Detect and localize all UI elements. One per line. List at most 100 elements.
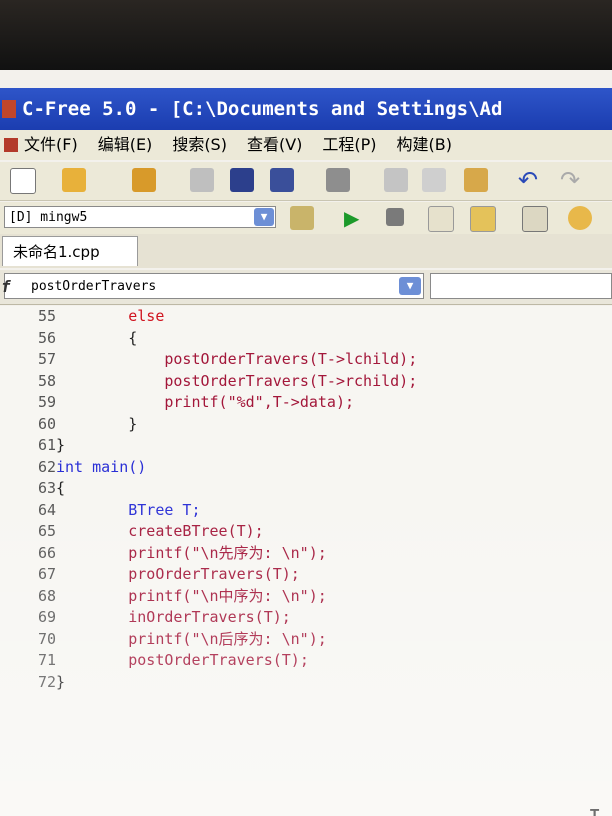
menu-project[interactable]: 工程(P)	[322, 135, 376, 154]
app-icon	[2, 100, 16, 118]
screen: C-Free 5.0 - [C:\Documents and Settings\…	[0, 70, 612, 816]
cut-icon[interactable]	[384, 168, 408, 192]
function-select-value: postOrderTravers	[31, 279, 157, 294]
menu-bar: 文件(F) 编辑(E) 搜索(S) 查看(V) 工程(P) 构建(B)	[0, 130, 612, 160]
close-icon[interactable]	[190, 168, 214, 192]
text-cursor-icon: Ι	[588, 806, 601, 816]
code-line: 65 createBTree(T);	[0, 521, 264, 542]
open-folder-icon[interactable]	[62, 168, 86, 192]
function-bar: f postOrderTravers ▼	[0, 270, 612, 305]
function-icon: f	[1, 277, 11, 296]
monitor-bezel	[0, 0, 612, 70]
save-icon[interactable]	[230, 168, 254, 192]
code-text: postOrderTravers(T->lchild);	[56, 350, 418, 368]
debug-icon[interactable]	[428, 206, 454, 232]
code-text: printf("\n先序为: \n");	[56, 543, 327, 562]
menu-search[interactable]: 搜索(S)	[172, 135, 227, 154]
line-number: 67	[37, 565, 56, 583]
build-all-icon[interactable]	[470, 206, 496, 232]
print-icon[interactable]	[326, 168, 350, 192]
redo-icon[interactable]: ↷	[560, 168, 584, 192]
code-text: }	[56, 672, 66, 691]
code-text: BTree T;	[56, 500, 201, 519]
menu-edit[interactable]: 编辑(E)	[98, 135, 153, 154]
code-text: {	[56, 328, 138, 347]
line-number: 65	[37, 522, 56, 540]
undo-icon[interactable]: ↶	[518, 168, 542, 192]
window-title: C-Free 5.0 - [C:\Documents and Settings\…	[22, 98, 503, 120]
run-icon[interactable]: ▶	[344, 206, 368, 230]
code-line: 68 printf("\n中序为: \n");	[0, 586, 327, 607]
line-number: 58	[37, 371, 56, 390]
code-line: 61}	[0, 435, 65, 456]
code-line: 56 {	[0, 328, 137, 349]
code-text: printf("\n中序为: \n");	[56, 586, 327, 605]
function-search-field[interactable]	[430, 273, 612, 299]
code-line: 59 printf("%d",T->data);	[0, 392, 354, 413]
line-number: 60	[37, 414, 56, 433]
code-line: 55 else	[0, 306, 164, 327]
open-project-icon[interactable]	[132, 168, 156, 192]
code-line: 64 BTree T;	[0, 500, 201, 521]
save-all-icon[interactable]	[270, 168, 294, 192]
code-line: 60 }	[0, 414, 137, 435]
menu-build[interactable]: 构建(B)	[397, 135, 452, 154]
menu-view[interactable]: 查看(V)	[247, 135, 302, 154]
document-menu-icon[interactable]	[4, 138, 18, 152]
code-text: printf("%d",T->data);	[56, 393, 355, 411]
code-line: 66 printf("\n先序为: \n");	[0, 543, 327, 564]
line-number: 71	[37, 651, 56, 669]
line-number: 69	[37, 608, 56, 626]
code-text: postOrderTravers(T->rchild);	[56, 371, 418, 390]
step-icon[interactable]	[522, 206, 548, 232]
chevron-down-icon[interactable]: ▼	[399, 277, 421, 295]
line-number: 62	[37, 457, 56, 476]
copy-icon[interactable]	[422, 168, 446, 192]
tab-bar: 未命名1.cpp	[0, 234, 612, 268]
code-line: 70 printf("\n后序为: \n");	[0, 629, 327, 650]
code-text: proOrderTravers(T);	[56, 565, 300, 583]
compiler-select-value: [D] mingw5	[9, 210, 88, 225]
code-line: 57 postOrderTravers(T->lchild);	[0, 349, 417, 370]
code-line: 63{	[0, 478, 65, 499]
code-line: 67 proOrderTravers(T);	[0, 564, 300, 585]
code-text: {	[56, 479, 66, 497]
code-text: }	[56, 436, 66, 454]
line-number: 70	[37, 629, 56, 648]
code-text: inOrderTravers(T);	[56, 608, 291, 626]
code-line: 69 inOrderTravers(T);	[0, 607, 291, 628]
compile-icon[interactable]	[290, 206, 314, 230]
build-toolbar: [D] mingw5 ▼ ▶	[0, 202, 612, 234]
code-line: 58 postOrderTravers(T->rchild);	[0, 371, 417, 392]
new-file-icon[interactable]	[10, 168, 36, 194]
line-number: 68	[37, 586, 56, 605]
line-number: 61	[37, 436, 56, 454]
compiler-select[interactable]: [D] mingw5 ▼	[4, 206, 276, 228]
paste-icon[interactable]	[464, 168, 488, 192]
title-bar: C-Free 5.0 - [C:\Documents and Settings\…	[0, 88, 612, 130]
code-editor[interactable]: 55 else 56 { 57 postOrderTravers(T->lchi…	[0, 306, 612, 816]
code-text: printf("\n后序为: \n");	[56, 629, 327, 648]
line-number: 59	[37, 393, 56, 411]
line-number: 63	[37, 479, 56, 497]
code-text: createBTree(T);	[56, 522, 264, 540]
tab-file[interactable]: 未命名1.cpp	[2, 236, 138, 266]
hand-icon[interactable]	[568, 206, 592, 230]
line-number: 55	[37, 307, 56, 325]
chevron-down-icon[interactable]: ▼	[254, 208, 274, 226]
function-select[interactable]: f postOrderTravers ▼	[1, 273, 424, 299]
line-number: 64	[37, 500, 56, 519]
code-text: else	[56, 307, 165, 325]
line-number: 56	[37, 328, 56, 347]
line-number: 66	[37, 543, 56, 562]
code-line: 71 postOrderTravers(T);	[0, 650, 309, 671]
code-line: 72}	[0, 672, 65, 693]
main-toolbar: ↶ ↷	[0, 162, 612, 201]
code-line: 62int main()	[0, 457, 146, 478]
menu-file[interactable]: 文件(F)	[24, 135, 78, 154]
code-text: postOrderTravers(T);	[56, 651, 309, 669]
line-number: 57	[37, 350, 56, 368]
line-number: 72	[37, 672, 56, 691]
code-text: }	[56, 414, 138, 433]
stop-icon[interactable]	[386, 208, 404, 226]
